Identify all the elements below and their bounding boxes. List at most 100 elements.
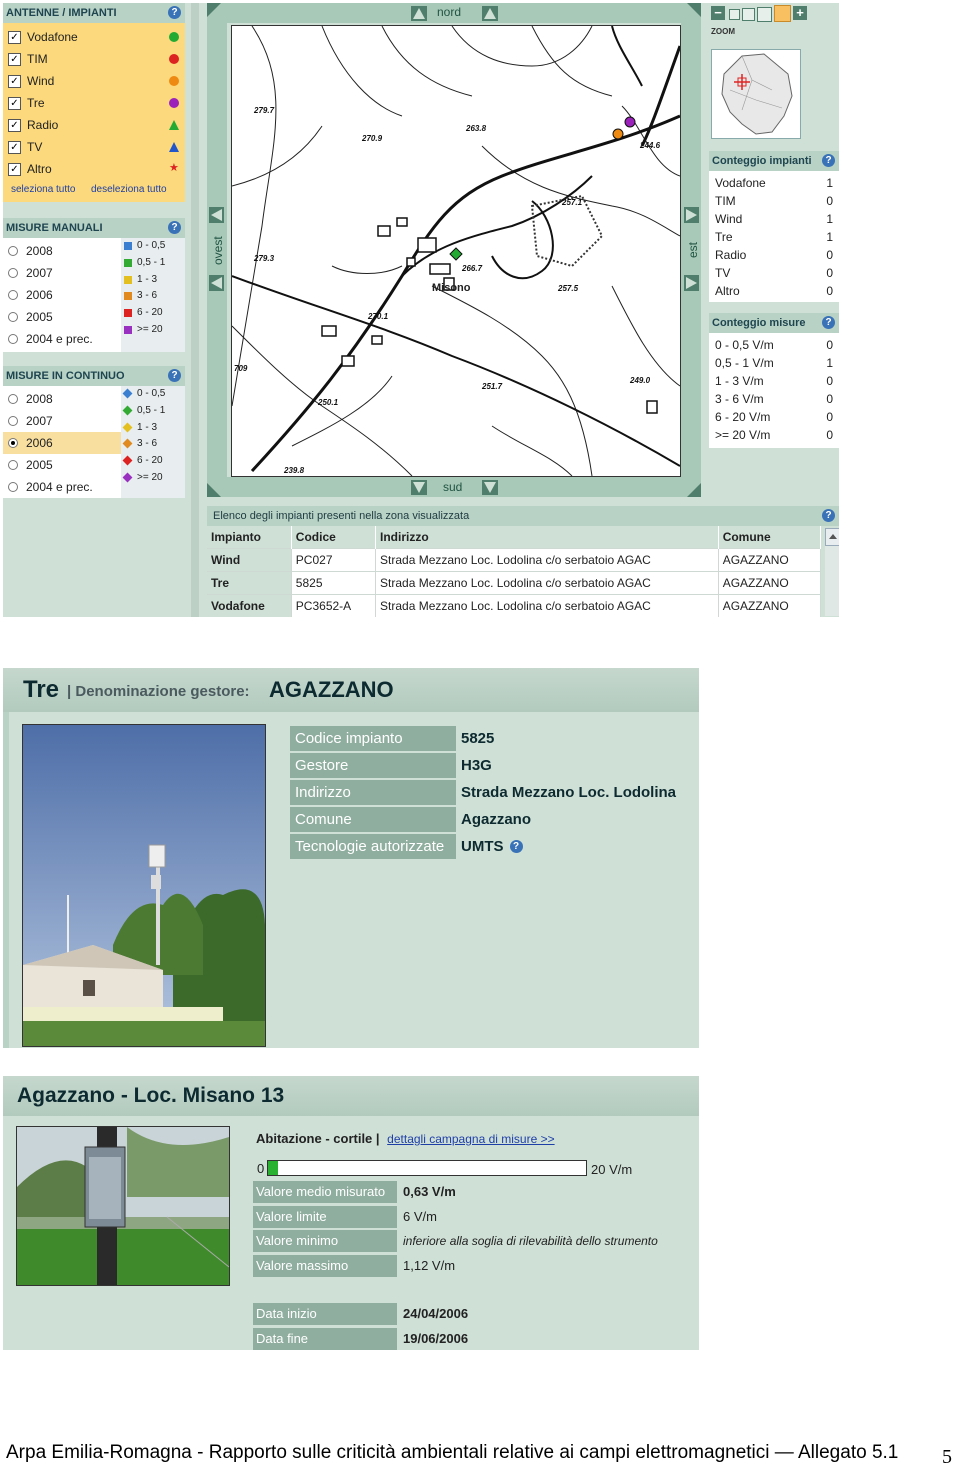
antenne-item[interactable]: ✓ Radio [3,114,185,136]
radio-button[interactable] [8,312,18,322]
west-label[interactable]: ovest [211,236,225,265]
column-header[interactable]: Comune [718,526,822,549]
west-left-button[interactable] [209,207,224,223]
year-option[interactable]: 2006 [3,284,121,306]
year-option[interactable]: 2005 [3,306,121,328]
radio-button[interactable] [8,482,18,492]
year-option[interactable]: 2008 [3,240,121,262]
north-label[interactable]: nord [437,5,461,19]
radio-button[interactable] [8,246,18,256]
year-option[interactable]: 2007 [3,410,121,432]
help-icon[interactable]: ? [822,509,835,522]
zoom-out-icon[interactable]: − [711,6,725,20]
antenne-item[interactable]: ✓ TIM [3,48,185,70]
radio-button[interactable] [8,438,18,448]
help-icon[interactable]: ? [168,369,181,382]
table-cell: Tre [207,571,292,595]
table-row[interactable]: Wind PC027 Strada Mezzano Loc. Lodolina c/… [207,548,822,572]
antenne-item[interactable]: ✓ Vodafone [3,26,185,48]
deselect-all-link[interactable]: deseleziona tutto [91,184,167,195]
radio-button[interactable] [8,268,18,278]
measure-marker[interactable] [449,247,463,261]
antenne-item[interactable]: ✓ Tre [3,92,185,114]
help-icon[interactable]: ? [822,316,835,329]
checkbox-checked-icon[interactable]: ✓ [8,75,21,88]
radio-button[interactable] [8,334,18,344]
east-label[interactable]: est [686,242,700,258]
date-row: Data fine 19/06/2006 [253,1327,699,1350]
year-option[interactable]: 2004 e prec. [3,476,121,498]
count-label: Radio [715,248,747,262]
count-label: 0,5 - 1 V/m [715,356,774,370]
antenne-item[interactable]: ✓ Altro ★ [3,158,185,180]
topographic-map[interactable]: Misono 279.7 270.9 263.8 244.6 257.1 279… [231,25,681,477]
misura-key: Valore limite [253,1205,397,1228]
select-all-link[interactable]: seleziona tutto [11,184,76,195]
west-left-button-2[interactable] [209,275,224,291]
column-header[interactable]: Indirizzo [375,526,719,549]
radio-button[interactable] [8,460,18,470]
legend-item: 0,5 - 1 [121,403,185,420]
table-cell: Strada Mezzano Loc. Lodolina c/o serbato… [375,571,719,595]
antenne-item[interactable]: ✓ TV [3,136,185,158]
sw-arrow-icon[interactable] [207,483,221,497]
dettagli-campagna-link[interactable]: dettagli campagna di misure >> [387,1132,554,1146]
misure-continuo-title: MISURE IN CONTINUO ? [3,366,185,386]
checkbox-checked-icon[interactable]: ✓ [8,119,21,132]
north-up-button[interactable] [411,6,427,21]
zoom-level-3[interactable] [757,7,772,22]
zoom-level-2[interactable] [742,8,755,21]
misura-row: Valore minimo inferiore alla soglia di ri… [253,1230,699,1252]
year-option[interactable]: 2007 [3,262,121,284]
east-right-button-2[interactable] [684,275,699,291]
north-up-button-2[interactable] [482,6,498,21]
table-row[interactable]: Vodafone PC3652-A Strada Mezzano Loc. Lodo… [207,594,822,617]
nw-arrow-icon[interactable] [207,3,221,17]
checkbox-checked-icon[interactable]: ✓ [8,97,21,110]
antenne-item[interactable]: ✓ Wind [3,70,185,92]
year-option[interactable]: 2005 [3,454,121,476]
se-arrow-icon[interactable] [687,483,701,497]
legend-label: 0 - 0,5 [137,388,166,399]
wind-marker[interactable] [612,128,624,140]
zoom-level-current[interactable] [774,5,791,22]
column-header[interactable]: Codice [291,526,377,549]
elevation-label: 257.5 [558,284,579,293]
south-down-button[interactable] [411,480,427,495]
year-option[interactable]: 2004 e prec. [3,328,121,350]
checkbox-checked-icon[interactable]: ✓ [8,31,21,44]
help-icon[interactable]: ? [168,6,181,19]
checkbox-checked-icon[interactable]: ✓ [8,53,21,66]
radio-button[interactable] [8,416,18,426]
south-label[interactable]: sud [443,480,462,494]
radio-button[interactable] [8,290,18,300]
zoom-in-icon[interactable]: + [793,6,807,20]
antenne-panel: ANTENNE / IMPIANTI ? ✓ Vodafone ✓ TIM ✓ Wind ✓… [3,3,185,202]
checkbox-checked-icon[interactable]: ✓ [8,163,21,176]
radio-button[interactable] [8,394,18,404]
year-option[interactable]: 2008 [3,388,121,410]
date-row: Data inizio 24/04/2006 [253,1303,699,1325]
help-icon[interactable]: ? [509,840,523,853]
antenne-item-label: Tre [27,96,45,110]
year-option[interactable]: 2006 [3,432,121,454]
zoom-level-1[interactable] [729,9,740,20]
help-icon[interactable]: ? [822,154,835,167]
arrow-up-icon [413,8,425,19]
misura-value: 0,63 V/m [399,1181,699,1203]
east-right-button[interactable] [684,207,699,223]
tre-marker[interactable] [624,116,636,128]
elevation-label: 263.8 [466,124,487,133]
table-row[interactable]: Tre 5825 Strada Mezzano Loc. Lodolina c/o … [207,571,822,595]
scrollbar-up-button[interactable] [825,528,839,546]
column-header[interactable]: Impianto [207,526,292,549]
arrow-up-icon [829,534,837,539]
help-icon[interactable]: ? [168,221,181,234]
south-down-button-2[interactable] [482,480,498,495]
ne-arrow-icon[interactable] [687,3,701,17]
checkbox-checked-icon[interactable]: ✓ [8,141,21,154]
scrollbar-track[interactable] [825,546,839,616]
map-drawing [232,26,680,476]
overview-map[interactable] [711,49,801,139]
select-links: seleziona tutto deseleziona tutto [3,180,185,202]
